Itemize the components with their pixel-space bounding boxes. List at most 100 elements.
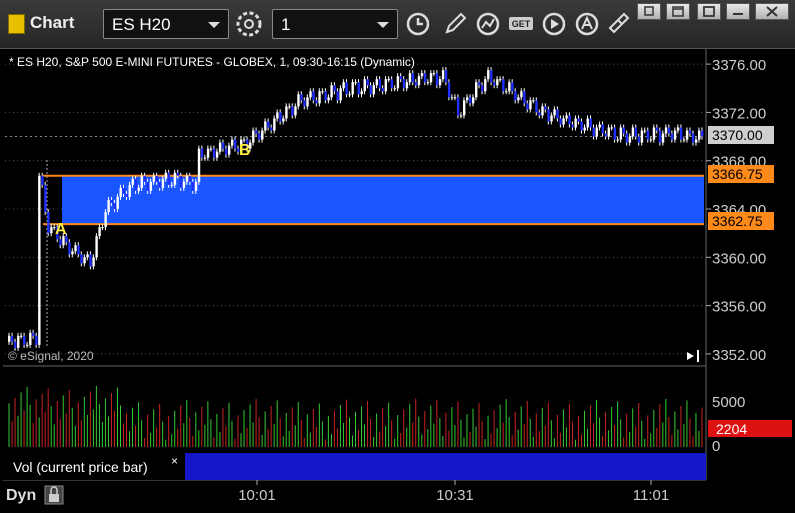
candle-body: [107, 199, 110, 213]
support-resistance-zone[interactable]: [62, 175, 704, 225]
clock-icon: [406, 12, 430, 36]
candle-body: [459, 115, 463, 117]
candle-body: [354, 82, 357, 84]
candle-body: [279, 112, 282, 122]
candle-body: [595, 127, 598, 137]
candle-body: [252, 130, 255, 143]
candle-body: [496, 79, 499, 86]
box-button[interactable]: [697, 3, 721, 20]
price-tick-label: 3360.00: [712, 250, 766, 267]
candle-body: [444, 70, 448, 83]
candle-body: [517, 97, 520, 101]
minimize-button[interactable]: [726, 3, 750, 20]
candle-body: [634, 127, 638, 137]
candle-body: [547, 109, 550, 122]
maximize-button[interactable]: [666, 3, 690, 20]
get-data-button[interactable]: GET: [507, 10, 535, 38]
candle-body: [327, 97, 330, 101]
candle-body: [125, 193, 128, 197]
candle-body: [613, 127, 617, 140]
candle-body: [411, 73, 415, 83]
candle-body: [523, 91, 526, 104]
price-tick-label: 3352.00: [712, 347, 766, 364]
alert-button[interactable]: [573, 10, 601, 38]
price-tick-label: 3372.00: [712, 105, 766, 122]
candle-body: [429, 73, 433, 83]
clock-button[interactable]: [404, 10, 432, 38]
candle-body: [215, 151, 219, 158]
price-tick-label: 3356.00: [712, 299, 766, 316]
candle-body: [661, 133, 665, 143]
candle-body: [658, 130, 662, 143]
candle-body: [535, 100, 538, 113]
candle-body: [95, 236, 98, 258]
close-button[interactable]: [755, 3, 789, 20]
candle-body: [432, 73, 436, 75]
candle-body: [224, 148, 228, 155]
price-chart[interactable]: 3376.003372.003368.003364.003360.003356.…: [0, 49, 795, 508]
candle-body: [38, 175, 41, 345]
lock-icon[interactable]: [44, 485, 64, 505]
copyright-text: © eSignal, 2020: [8, 349, 94, 363]
candle-body: [92, 257, 95, 267]
candle-body: [396, 76, 400, 89]
candle-body: [465, 97, 469, 101]
candle-body: [493, 82, 496, 86]
chevron-down-icon: [208, 22, 220, 28]
candle-body: [188, 175, 192, 182]
candle-body: [86, 254, 89, 258]
candle-body: [682, 139, 686, 141]
candle-body: [562, 118, 565, 125]
candle-body: [529, 100, 532, 110]
candle-body: [221, 142, 225, 149]
link-button[interactable]: [604, 10, 632, 38]
candle-body: [116, 196, 119, 210]
candle-body: [110, 199, 113, 203]
time-tick-label: 11:01: [633, 487, 669, 504]
candle-body: [643, 130, 647, 132]
candle-body: [227, 145, 231, 155]
candle-body: [143, 175, 147, 182]
candle-body: [402, 79, 406, 89]
gear-button[interactable]: [235, 10, 263, 38]
symbol-value: ES H20: [112, 15, 171, 34]
candle-body: [472, 97, 475, 104]
candle-body: [565, 115, 568, 119]
candle-body: [357, 82, 360, 95]
candle-body: [131, 178, 134, 185]
symbol-combo[interactable]: ES H20: [103, 9, 229, 39]
candle-body: [101, 227, 104, 229]
time-tick-label: 10:31: [436, 487, 474, 504]
marker-b: B: [239, 142, 251, 159]
candle-body: [484, 79, 487, 92]
volume-panel-close-icon[interactable]: ×: [171, 454, 178, 468]
candle-body: [209, 148, 213, 150]
title-bar: Chart ES H20 1 GET: [0, 0, 795, 49]
study-button[interactable]: [474, 10, 502, 38]
candle-body: [559, 118, 562, 125]
candle-body: [607, 127, 610, 137]
candle-body: [553, 109, 556, 116]
candle-body: [649, 139, 653, 141]
restore-button[interactable]: [637, 3, 661, 20]
candle-body: [185, 175, 189, 182]
candle-body: [700, 130, 704, 137]
candle-body: [273, 118, 276, 131]
candle-body: [179, 175, 183, 188]
replay-button[interactable]: [540, 10, 568, 38]
candle-body: [32, 332, 35, 336]
interval-value: 1: [281, 15, 291, 34]
volume-last-label: 2204: [716, 421, 747, 437]
candle-body: [50, 227, 53, 234]
draw-button[interactable]: [441, 10, 469, 38]
candle-body: [167, 172, 171, 185]
candle-body: [598, 124, 601, 128]
candle-body: [568, 115, 571, 125]
candle-body: [453, 97, 457, 99]
candle-body: [622, 127, 626, 134]
candle-body: [336, 91, 339, 101]
chart-area[interactable]: 3376.00 3372.00 3368.00 3364.00 3360.00 3356.…: [0, 49, 795, 508]
candle-body: [574, 118, 577, 128]
play-icon: [542, 12, 566, 36]
interval-combo[interactable]: 1: [272, 9, 398, 39]
